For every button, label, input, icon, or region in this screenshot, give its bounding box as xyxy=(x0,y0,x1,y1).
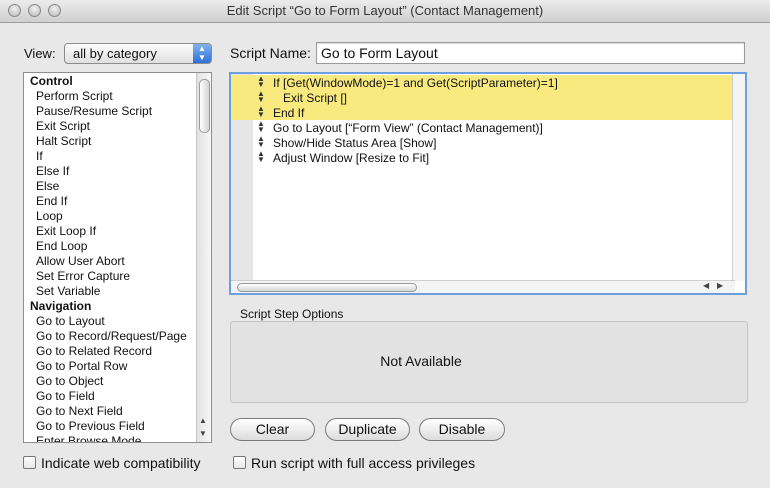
step-list-item[interactable]: Go to Record/Request/Page xyxy=(36,329,187,343)
step-list-item[interactable]: Allow User Abort xyxy=(36,254,125,268)
script-horizontal-scrollbar[interactable]: ◀ ▶ xyxy=(231,280,735,293)
step-list-item[interactable]: End If xyxy=(36,194,67,208)
script-step-text: Show/Hide Status Area [Show] xyxy=(273,136,437,150)
clear-button[interactable]: Clear xyxy=(230,418,315,441)
updown-arrows-icon: ▲ ▼ xyxy=(193,44,211,63)
step-list-item[interactable]: Perform Script xyxy=(36,89,113,103)
script-step-row[interactable]: ▲ ▼ Show/Hide Status Area [Show] xyxy=(231,135,735,151)
step-list-item[interactable]: Pause/Resume Script xyxy=(36,104,152,118)
script-step-text: End If xyxy=(273,106,305,120)
step-list-item[interactable]: Enter Browse Mode xyxy=(36,434,141,442)
drag-handle-icon[interactable]: ▲ ▼ xyxy=(257,120,265,134)
step-list-item[interactable]: Exit Script xyxy=(36,119,90,133)
script-step-row[interactable]: ▲ ▼ Adjust Window [Resize to Fit] xyxy=(231,150,735,166)
step-list-scroll-thumb[interactable] xyxy=(199,79,210,133)
view-label: View: xyxy=(24,46,56,61)
script-name-input[interactable]: Go to Form Layout xyxy=(316,42,745,64)
script-vertical-scrollbar[interactable] xyxy=(732,74,745,281)
step-list-item[interactable]: If xyxy=(36,149,43,163)
script-step-text: Adjust Window [Resize to Fit] xyxy=(273,151,430,165)
step-list-item[interactable]: Exit Loop If xyxy=(36,224,96,238)
step-list-item[interactable]: End Loop xyxy=(36,239,87,253)
script-step-row[interactable]: ▲ ▼ Go to Layout [“Form View” (Contact Man… xyxy=(231,120,735,136)
script-hscroll-thumb[interactable] xyxy=(237,283,417,292)
arrow-left-icon[interactable]: ◀ xyxy=(703,281,709,290)
edit-script-window: Edit Script “Go to Form Layout” (Contact… xyxy=(0,0,770,488)
script-step-list[interactable]: Control Perform Script Pause/Resume Script… xyxy=(23,72,212,443)
step-list-item[interactable]: Loop xyxy=(36,209,63,223)
script-step-row[interactable]: ▲ ▼ If [Get(WindowMode)=1 and Get(ScriptPa… xyxy=(231,75,735,90)
web-compat-label: Indicate web compatibility xyxy=(41,455,201,471)
drag-handle-icon[interactable]: ▲ ▼ xyxy=(257,150,265,164)
drag-handle-icon[interactable]: ▲ ▼ xyxy=(257,75,265,89)
step-list-item[interactable]: Set Variable xyxy=(36,284,100,298)
view-select[interactable]: all by category ▲ ▼ xyxy=(64,43,212,64)
arrow-right-icon[interactable]: ▶ xyxy=(717,281,723,290)
step-list-item[interactable]: Go to Object xyxy=(36,374,103,388)
drag-handle-icon[interactable]: ▲ ▼ xyxy=(257,105,265,119)
script-step-text: If [Get(WindowMode)=1 and Get(ScriptPara… xyxy=(273,76,558,90)
step-category-header: Navigation xyxy=(30,299,92,313)
window-title: Edit Script “Go to Form Layout” (Contact… xyxy=(226,3,544,18)
script-step-text: Go to Layout [“Form View” (Contact Manag… xyxy=(273,121,543,135)
step-list-item[interactable]: Halt Script xyxy=(36,134,91,148)
script-step-text: Exit Script [] xyxy=(283,91,348,105)
view-select-value: all by category xyxy=(73,46,157,61)
full-access-checkbox[interactable] xyxy=(233,456,246,469)
disable-button[interactable]: Disable xyxy=(419,418,505,441)
script-step-row[interactable]: ▲ ▼ End If xyxy=(231,105,735,120)
step-list-item[interactable]: Go to Field xyxy=(36,389,95,403)
step-options-message: Not Available xyxy=(380,353,462,369)
script-name-value: Go to Form Layout xyxy=(321,45,438,61)
step-list-item[interactable]: Else If xyxy=(36,164,69,178)
arrow-down-icon[interactable]: ▼ xyxy=(199,429,207,438)
web-compat-checkbox[interactable] xyxy=(23,456,36,469)
step-list-item[interactable]: Go to Portal Row xyxy=(36,359,127,373)
step-options-label: Script Step Options xyxy=(240,307,344,321)
script-step-row[interactable]: ▲ ▼ Exit Script [] xyxy=(231,90,735,105)
step-options-panel: Not Available xyxy=(230,321,748,403)
script-steps-editor[interactable]: ▲ ▼ If [Get(WindowMode)=1 and Get(ScriptPa… xyxy=(229,72,747,295)
title-bar[interactable]: Edit Script “Go to Form Layout” (Contact… xyxy=(0,0,770,23)
step-list-item[interactable]: Go to Related Record xyxy=(36,344,152,358)
step-list-item[interactable]: Go to Previous Field xyxy=(36,419,145,433)
step-list-scrollbar[interactable]: ▲ ▼ xyxy=(196,73,211,442)
full-access-label: Run script with full access privileges xyxy=(251,455,476,471)
drag-handle-icon[interactable]: ▲ ▼ xyxy=(257,90,265,104)
step-list-item[interactable]: Go to Layout xyxy=(36,314,105,328)
script-name-label: Script Name: xyxy=(230,45,311,61)
arrow-up-icon[interactable]: ▲ xyxy=(199,416,207,425)
step-list-item[interactable]: Set Error Capture xyxy=(36,269,130,283)
step-list-item[interactable]: Go to Next Field xyxy=(36,404,123,418)
step-category-header: Control xyxy=(30,74,73,88)
step-list-item[interactable]: Else xyxy=(36,179,59,193)
duplicate-button[interactable]: Duplicate xyxy=(325,418,410,441)
drag-handle-icon[interactable]: ▲ ▼ xyxy=(257,135,265,149)
